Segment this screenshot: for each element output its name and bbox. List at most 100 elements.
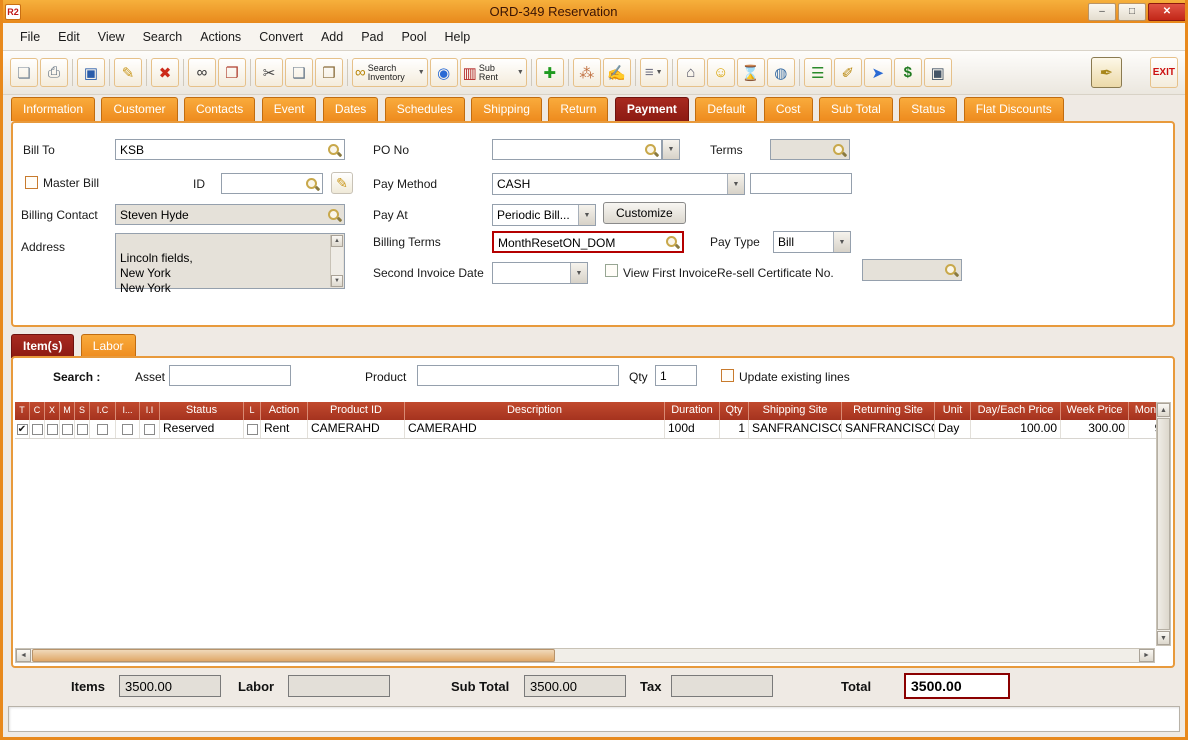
column-header-day-each-price[interactable]: Day/Each Price [971,402,1061,420]
group-button[interactable]: ⁂ [572,58,601,87]
menu-actions[interactable]: Actions [191,27,250,47]
product-input[interactable] [417,365,619,386]
pin-button[interactable]: ◉ [429,58,458,87]
copy-button[interactable]: ❑ [285,58,313,87]
tab-shipping[interactable]: Shipping [471,97,542,121]
tab-default[interactable]: Default [695,97,758,121]
qty-input[interactable]: 1 [655,365,697,386]
grid-vertical-scrollbar[interactable]: ▲ ▼ [1156,402,1171,646]
media-button[interactable]: ◍ [766,58,795,87]
billing-button[interactable]: $ [893,58,922,87]
column-header-t[interactable]: T [15,402,30,420]
tab-information[interactable]: Information [11,97,96,121]
cut-button[interactable]: ✂ [255,58,283,87]
column-header-returning-site[interactable]: Returning Site [842,402,935,420]
add-line-button[interactable]: ✚ [535,58,564,87]
column-header-x[interactable]: X [45,402,60,420]
scroll-right-icon[interactable]: ► [1139,649,1154,662]
tab-return[interactable]: Return [548,97,609,121]
column-header-c[interactable]: C [30,402,45,420]
second-invoice-date-combo[interactable]: ▼ [492,262,588,284]
address-scrollbar[interactable]: ▲ ▼ [330,235,343,287]
tab-labor[interactable]: Labor [80,334,136,358]
find-document-button[interactable]: ❐ [218,58,246,87]
system-button[interactable]: ▣ [923,58,952,87]
view-first-invoice-checkbox[interactable] [605,264,618,277]
scroll-down-icon[interactable]: ▼ [331,275,343,287]
tab-cost[interactable]: Cost [763,97,813,121]
cell-i-checkbox[interactable] [116,420,140,438]
close-button[interactable]: ✕ [1148,2,1185,21]
menu-add[interactable]: Add [312,27,352,47]
sub-rent-button[interactable]: ▥ Sub Rent ▼ [459,58,527,87]
cell-shipping-site[interactable]: SANFRANCISCO [749,420,842,438]
scroll-left-icon[interactable]: ◄ [16,649,31,662]
cell-m-checkbox[interactable] [60,420,75,438]
grid-horizontal-scrollbar[interactable]: ◄ ► [15,648,1155,663]
address-field[interactable]: Lincoln fields, New York New York ▲ ▼ [115,233,345,295]
permissions-button[interactable]: ✒ [1090,57,1122,88]
cell-ii-checkbox[interactable] [140,420,160,438]
column-header-i[interactable]: I... [116,402,140,420]
menu-pad[interactable]: Pad [352,27,392,47]
pay-method-extra-field[interactable] [750,173,852,194]
bill-to-field[interactable]: KSB [115,139,345,160]
maximize-button[interactable]: □ [1118,2,1146,21]
search-icon[interactable] [327,143,341,157]
column-header-qty[interactable]: Qty [720,402,749,420]
unchecked-checkbox-icon[interactable] [46,423,58,435]
cell-qty[interactable]: 1 [720,420,749,438]
column-header-s[interactable]: S [75,402,90,420]
cell-action[interactable]: Rent [261,420,308,438]
new-button[interactable]: ❏ [10,58,38,87]
scrollbar-thumb[interactable] [1157,418,1170,630]
customize-button[interactable]: Customize [603,202,686,224]
update-existing-lines-checkbox[interactable] [721,369,734,382]
menu-search[interactable]: Search [134,27,192,47]
unchecked-checkbox-icon[interactable] [122,423,133,435]
column-header-unit[interactable]: Unit [935,402,971,420]
print-button[interactable]: ⎙ [40,58,68,87]
scroll-up-icon[interactable]: ▲ [331,235,343,247]
search-icon[interactable] [327,208,341,222]
minimize-button[interactable]: – [1088,2,1116,21]
column-header-m[interactable]: M [60,402,75,420]
cell-duration[interactable]: 100d [665,420,720,438]
column-header-shipping-site[interactable]: Shipping Site [749,402,842,420]
column-header-ii[interactable]: I.I [140,402,160,420]
master-bill-checkbox[interactable] [25,176,38,189]
batch-button[interactable]: ☰ [803,58,832,87]
tab-status[interactable]: Status [899,97,958,121]
tab-customer[interactable]: Customer [101,97,178,121]
search-icon[interactable] [665,235,679,249]
unchecked-checkbox-icon[interactable] [144,423,155,435]
search-icon[interactable] [944,263,958,277]
terms-field[interactable] [770,139,850,160]
billing-contact-field[interactable]: Steven Hyde [115,204,345,225]
export-button[interactable]: ➤ [863,58,892,87]
customer-button[interactable]: ☺ [706,58,735,87]
cell-product-id[interactable]: CAMERAHD [308,420,405,438]
cell-x-checkbox[interactable] [45,420,60,438]
search-icon[interactable] [305,177,319,191]
note-button[interactable]: ✍ [602,58,631,87]
chevron-down-icon[interactable]: ▼ [578,205,595,225]
tab-flat-discounts[interactable]: Flat Discounts [963,97,1064,121]
exit-button[interactable]: EXIT [1149,57,1178,88]
unchecked-checkbox-icon[interactable] [76,423,88,435]
edit-button[interactable]: ✎ [114,58,142,87]
tab-sub-total[interactable]: Sub Total [818,97,893,121]
tab-items[interactable]: Item(s) [11,334,75,358]
menu-help[interactable]: Help [436,27,480,47]
column-header-action[interactable]: Action [261,402,308,420]
column-header-description[interactable]: Description [405,402,665,420]
menu-pool[interactable]: Pool [392,27,435,47]
tab-event[interactable]: Event [261,97,317,121]
column-header-ic[interactable]: I.C [90,402,116,420]
cell-day-each-price[interactable]: 100.00 [971,420,1061,438]
menu-convert[interactable]: Convert [250,27,312,47]
column-header-status[interactable]: Status [160,402,244,420]
tab-payment[interactable]: Payment [614,97,689,121]
chevron-down-icon[interactable]: ▼ [727,174,744,194]
cell-t-checkbox[interactable]: ✔ [15,420,30,438]
